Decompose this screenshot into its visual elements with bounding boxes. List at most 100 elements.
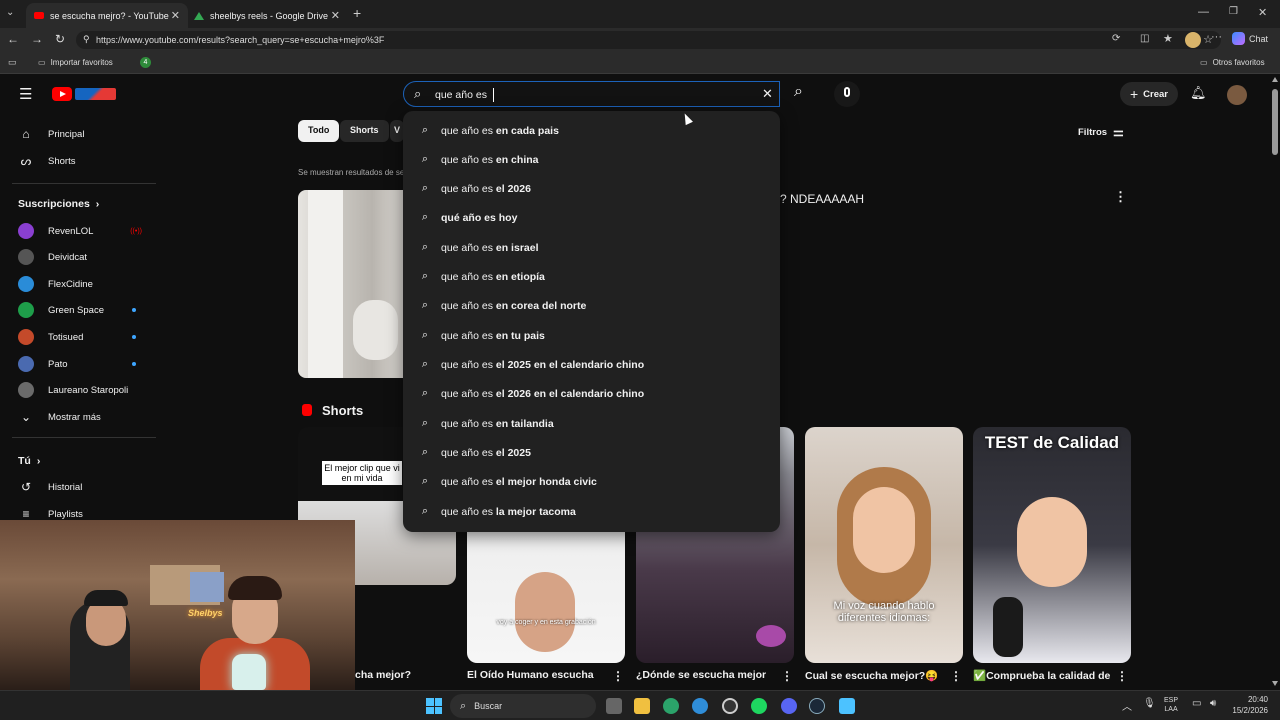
you-header[interactable]: Tú › <box>18 449 158 473</box>
sidebar-item-historial[interactable]: ↺ Historial <box>18 475 158 499</box>
suggestion-item[interactable]: ⌕ que año es en tu pais <box>403 321 780 350</box>
suggestion-item[interactable]: ⌕ que año es el 2025 en el calendario chi… <box>403 350 780 379</box>
forward-icon[interactable]: → <box>31 32 43 46</box>
suggestion-item[interactable]: ⌕ que año es el 2026 <box>403 174 780 203</box>
menu-icon[interactable]: ☰ <box>19 85 32 103</box>
sidebar-item-totisued[interactable]: Totisued <box>18 325 158 349</box>
favorites-icon[interactable]: ★ <box>1163 32 1173 45</box>
edge-icon[interactable] <box>663 698 679 714</box>
scrollbar-thumb[interactable] <box>1272 89 1278 155</box>
spotify-icon[interactable] <box>751 698 767 714</box>
filters-button[interactable]: Filtros ⚌ <box>1078 125 1124 139</box>
suggestion-item[interactable]: ⌕ que año es en tailandia <box>403 409 780 438</box>
sidebar-item-flexcidine[interactable]: FlexCidine <box>18 272 158 296</box>
site-info-icon[interactable]: ⚲ <box>83 34 90 45</box>
notepad-icon[interactable] <box>839 698 855 714</box>
create-button[interactable]: + Crear <box>1120 82 1178 106</box>
favorite-badge[interactable]: 4 <box>140 57 151 68</box>
sidebar-item-principal[interactable]: ⌂ Principal <box>18 122 158 146</box>
clock[interactable]: 20:40 15/2/2026 <box>1228 694 1268 716</box>
scroll-down-icon[interactable] <box>1272 681 1278 686</box>
voice-search-button[interactable] <box>834 81 860 107</box>
tab-google-drive[interactable]: sheelbys reels - Google Drive ✕ <box>186 3 348 28</box>
short-title[interactable]: cha mejor? <box>355 669 455 681</box>
sidebar-item-revenlol[interactable]: RevenLOL ((•)) <box>18 219 158 243</box>
obs-icon[interactable] <box>722 698 738 714</box>
task-view-icon[interactable] <box>606 698 622 714</box>
suggestion-item[interactable]: ⌕ que año es en corea del norte <box>403 291 780 320</box>
chip-todo[interactable]: Todo <box>298 120 340 142</box>
short-more-icon[interactable]: ⋮ <box>1116 669 1128 683</box>
tab-actions-icon[interactable]: ⌄ <box>6 7 14 18</box>
short-more-icon[interactable]: ⋮ <box>781 669 793 683</box>
page-scrollbar[interactable] <box>1270 75 1280 690</box>
url-field[interactable]: ⚲ https://www.youtube.com/results?search… <box>76 31 1221 49</box>
sidebar-item-green-space[interactable]: Green Space <box>18 298 158 322</box>
chevron-up-icon[interactable]: ︿ <box>1122 698 1132 713</box>
back-icon[interactable]: ← <box>7 32 19 46</box>
short-more-icon[interactable]: ⋮ <box>950 669 962 683</box>
sidebar-item-pato[interactable]: Pato <box>18 352 158 376</box>
new-tab-icon[interactable]: + <box>353 5 361 21</box>
suggestion-item[interactable]: ⌕ que año es el 2025 <box>403 438 780 467</box>
short-card[interactable]: TEST de Calidad <box>973 427 1131 663</box>
short-title[interactable]: Cual se escucha mejor?😝 <box>805 669 945 682</box>
extensions-icon[interactable]: ⟳ <box>1112 33 1120 44</box>
edge-profile-icon[interactable] <box>692 698 708 714</box>
start-button[interactable] <box>426 698 442 714</box>
short-title[interactable]: ✅Comprueba la calidad de <box>973 669 1113 682</box>
suggestion-item[interactable]: ⌕ que año es en china <box>403 145 780 174</box>
show-more-button[interactable]: ⌄ Mostrar más <box>18 405 158 429</box>
sidebar-item-shorts[interactable]: ᔕ Shorts <box>18 149 158 173</box>
suggestion-completion: en china <box>495 153 539 166</box>
profile-avatar[interactable] <box>1185 32 1201 48</box>
search-button[interactable]: ⌕ <box>780 81 824 107</box>
steam-icon[interactable] <box>809 698 825 714</box>
copilot-button[interactable]: Chat <box>1232 32 1268 45</box>
suggestion-item[interactable]: ⌕ que año es en etiopía <box>403 262 780 291</box>
suggestion-item[interactable]: ⌕ que año es el 2026 en el calendario chi… <box>403 379 780 408</box>
short-card[interactable]: Mi voz cuando hablo diferentes idiomas: <box>805 427 963 663</box>
notifications-icon[interactable]: 🔔︎ <box>1190 85 1207 101</box>
close-window-icon[interactable]: ✕ <box>1258 6 1267 19</box>
sidebar-item-laureano-staropoli[interactable]: Laureano Staropoli <box>18 378 158 402</box>
collections-icon[interactable]: ▭ <box>8 57 17 68</box>
volume-icon[interactable]: 🔊︎ <box>1210 698 1216 709</box>
video-title[interactable]: ? NDEAAAAAH <box>780 192 864 206</box>
search-input[interactable]: ⌕ que año es ✕ <box>403 81 780 107</box>
chip-shorts[interactable]: Shorts <box>340 120 389 142</box>
youtube-logo[interactable] <box>52 87 116 101</box>
minimize-icon[interactable]: — <box>1198 6 1209 18</box>
import-favorites-link[interactable]: ▭ Importar favoritos <box>38 58 113 67</box>
video-thumbnail[interactable] <box>298 190 404 378</box>
subscriptions-header[interactable]: Suscripciones › <box>18 192 158 216</box>
sidebar-item-deividcat[interactable]: Deividcat <box>18 245 158 269</box>
scroll-up-icon[interactable] <box>1272 77 1278 82</box>
tab-youtube[interactable]: se escucha mejro? - YouTube ✕ <box>26 3 188 28</box>
reload-icon[interactable]: ↻ <box>55 32 65 46</box>
short-title[interactable]: ¿Dónde se escucha mejor <box>636 669 776 681</box>
split-icon[interactable]: ◫ <box>1140 33 1149 44</box>
suggestion-item[interactable]: ⌕ que año es la mejor tacoma <box>403 497 780 526</box>
suggestion-item[interactable]: ⌕ qué año es hoy <box>403 203 780 232</box>
suggestion-item[interactable]: ⌕ que año es en israel <box>403 233 780 262</box>
taskbar-search[interactable]: ⌕ Buscar <box>450 694 596 718</box>
account-avatar[interactable] <box>1227 85 1247 105</box>
video-more-icon[interactable]: ⋮ <box>1114 189 1127 205</box>
clear-search-icon[interactable]: ✕ <box>762 86 773 102</box>
suggestion-item[interactable]: ⌕ que año es en cada pais <box>403 116 780 145</box>
other-favorites-link[interactable]: ▭ Otros favoritos <box>1200 58 1265 67</box>
chip-videos[interactable]: V <box>390 120 404 142</box>
network-icon[interactable]: ▭ <box>1192 698 1201 709</box>
close-tab-icon[interactable]: ✕ <box>171 9 180 22</box>
file-explorer-icon[interactable] <box>634 698 650 714</box>
suggestion-item[interactable]: ⌕ que año es el mejor honda civic <box>403 467 780 496</box>
more-menu-icon[interactable]: ··· <box>1211 31 1222 43</box>
microphone-icon[interactable]: 🎙︎ <box>1143 698 1156 709</box>
restore-icon[interactable]: ❐ <box>1229 6 1238 17</box>
language-indicator[interactable]: ESP LAA <box>1164 696 1178 714</box>
close-tab-icon[interactable]: ✕ <box>331 9 340 22</box>
short-title[interactable]: El Oído Humano escucha <box>467 669 607 681</box>
discord-icon[interactable] <box>781 698 797 714</box>
short-more-icon[interactable]: ⋮ <box>612 669 624 683</box>
